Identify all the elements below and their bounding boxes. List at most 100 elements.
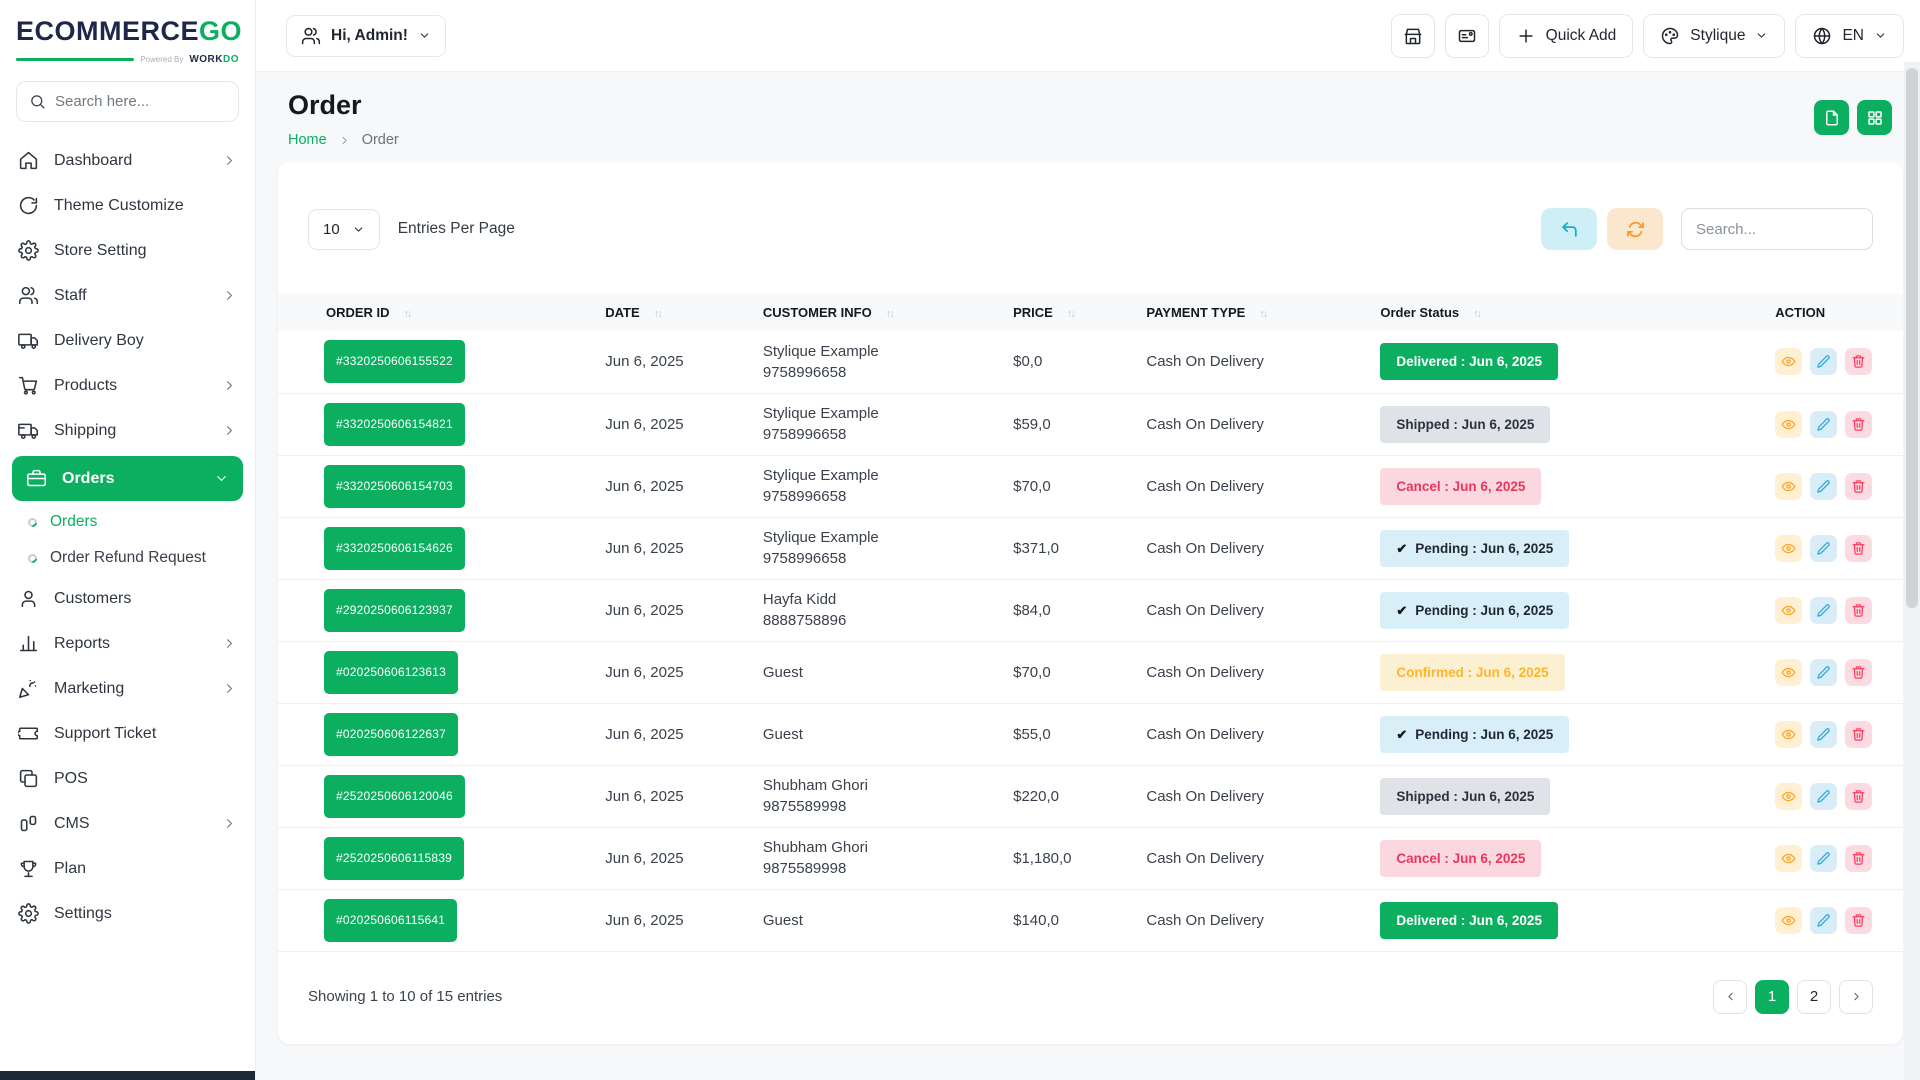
entries-per-page-select[interactable]: 10 — [308, 209, 380, 250]
order-price: $84,0 — [1013, 602, 1051, 619]
order-id-badge[interactable]: #3320250606155522 — [324, 340, 465, 383]
column-header[interactable]: PAYMENT TYPE↑↓ — [1134, 294, 1368, 331]
delete-order-button[interactable] — [1845, 535, 1872, 562]
sidebar-item[interactable]: Theme Customize — [0, 183, 255, 228]
sidebar-item[interactable]: Marketing — [0, 666, 255, 711]
sidebar-item[interactable]: Support Ticket — [0, 711, 255, 756]
edit-order-button[interactable] — [1810, 411, 1837, 438]
undo-icon — [1560, 220, 1579, 239]
brand-logo[interactable]: ECOMMERCEGO Powered By WORKDO — [0, 0, 255, 65]
view-order-button[interactable] — [1775, 659, 1802, 686]
order-id-badge[interactable]: #2520250606115839 — [324, 837, 464, 880]
export-button[interactable] — [1814, 100, 1849, 135]
edit-order-button[interactable] — [1810, 721, 1837, 748]
column-header[interactable]: DATE↑↓ — [593, 294, 751, 331]
order-date: Jun 6, 2025 — [605, 602, 683, 619]
order-id-badge[interactable]: #020250606122637 — [324, 713, 458, 756]
view-order-button[interactable] — [1775, 473, 1802, 500]
sidebar-subitem[interactable]: Orders — [0, 504, 255, 540]
pagination: 12 — [1713, 980, 1873, 1014]
sidebar-item[interactable]: Staff — [0, 273, 255, 318]
payment-type: Cash On Delivery — [1146, 602, 1264, 619]
bar-chart-icon — [18, 633, 39, 654]
edit-order-button[interactable] — [1810, 783, 1837, 810]
delete-order-button[interactable] — [1845, 659, 1872, 686]
next-page-button[interactable] — [1839, 980, 1873, 1014]
edit-order-button[interactable] — [1810, 535, 1837, 562]
view-order-button[interactable] — [1775, 535, 1802, 562]
shipping-truck-icon — [18, 420, 39, 441]
sidebar-item[interactable]: Dashboard — [0, 138, 255, 183]
order-id-badge[interactable]: #2520250606120046 — [324, 775, 465, 818]
undo-button[interactable] — [1541, 208, 1597, 250]
view-order-button[interactable] — [1775, 907, 1802, 934]
sidebar-item[interactable]: Shipping — [0, 408, 255, 453]
sidebar-item[interactable]: Customers — [0, 576, 255, 621]
edit-order-button[interactable] — [1810, 907, 1837, 934]
order-id-badge[interactable]: #3320250606154626 — [324, 527, 465, 570]
delete-order-button[interactable] — [1845, 473, 1872, 500]
edit-order-button[interactable] — [1810, 659, 1837, 686]
status-badge: Cancel : Jun 6, 2025 — [1380, 840, 1541, 877]
trash-icon — [1851, 541, 1866, 556]
sidebar-search-input[interactable] — [55, 93, 226, 110]
order-id-badge[interactable]: #2920250606123937 — [324, 589, 465, 632]
page-button-1[interactable]: 1 — [1755, 980, 1789, 1014]
sidebar-item[interactable]: Orders — [12, 456, 243, 501]
edit-order-button[interactable] — [1810, 348, 1837, 375]
storefront-button[interactable] — [1391, 14, 1435, 58]
sidebar-item[interactable]: POS — [0, 756, 255, 801]
column-header[interactable]: ORDER ID↑↓ — [278, 294, 593, 331]
sidebar-item[interactable]: Plan — [0, 846, 255, 891]
sidebar-item[interactable]: Reports — [0, 621, 255, 666]
order-id-badge[interactable]: #020250606123613 — [324, 651, 458, 694]
theme-select-button[interactable]: Stylique — [1643, 14, 1785, 58]
page-scrollbar[interactable] — [1904, 62, 1920, 1080]
delete-order-button[interactable] — [1845, 845, 1872, 872]
order-id-badge[interactable]: #020250606115641 — [324, 899, 457, 942]
edit-order-button[interactable] — [1810, 597, 1837, 624]
sidebar-item[interactable]: Products — [0, 363, 255, 408]
view-order-button[interactable] — [1775, 721, 1802, 748]
grid-view-button[interactable] — [1857, 100, 1892, 135]
order-id-badge[interactable]: #3320250606154821 — [324, 403, 465, 446]
view-order-button[interactable] — [1775, 845, 1802, 872]
refresh-button[interactable] — [1607, 208, 1663, 250]
breadcrumb-home-link[interactable]: Home — [288, 132, 327, 148]
user-icon — [18, 588, 39, 609]
view-order-button[interactable] — [1775, 348, 1802, 375]
sidebar-item[interactable]: CMS — [0, 801, 255, 846]
status-badge: Cancel : Jun 6, 2025 — [1380, 468, 1541, 505]
quick-add-button[interactable]: Quick Add — [1499, 14, 1634, 58]
gear-icon — [18, 903, 39, 924]
prev-page-button[interactable] — [1713, 980, 1747, 1014]
column-header[interactable]: PRICE↑↓ — [1001, 294, 1134, 331]
delete-order-button[interactable] — [1845, 907, 1872, 934]
column-header[interactable]: Order Status↑↓ — [1368, 294, 1763, 331]
sidebar-subitem[interactable]: Order Refund Request — [0, 540, 255, 576]
delete-order-button[interactable] — [1845, 348, 1872, 375]
delete-order-button[interactable] — [1845, 721, 1872, 748]
view-order-button[interactable] — [1775, 597, 1802, 624]
pencil-icon — [1816, 789, 1831, 804]
sidebar-item[interactable]: Delivery Boy — [0, 318, 255, 363]
view-order-button[interactable] — [1775, 411, 1802, 438]
view-order-button[interactable] — [1775, 783, 1802, 810]
delete-order-button[interactable] — [1845, 783, 1872, 810]
profile-menu-button[interactable]: Hi, Admin! — [286, 15, 446, 57]
table-search-input[interactable] — [1681, 208, 1873, 250]
language-select-button[interactable]: EN — [1795, 14, 1904, 58]
sidebar-item[interactable]: Settings — [0, 891, 255, 936]
delete-order-button[interactable] — [1845, 411, 1872, 438]
messages-button[interactable] — [1445, 14, 1489, 58]
sidebar-item[interactable]: Store Setting — [0, 228, 255, 273]
column-header[interactable]: CUSTOMER INFO↑↓ — [751, 294, 1001, 331]
edit-order-button[interactable] — [1810, 845, 1837, 872]
sidebar-search[interactable] — [16, 81, 239, 122]
scrollbar-thumb[interactable] — [1906, 68, 1918, 608]
edit-order-button[interactable] — [1810, 473, 1837, 500]
order-id-badge[interactable]: #3320250606154703 — [324, 465, 465, 508]
page-button-2[interactable]: 2 — [1797, 980, 1831, 1014]
delete-order-button[interactable] — [1845, 597, 1872, 624]
payment-type: Cash On Delivery — [1146, 353, 1264, 370]
